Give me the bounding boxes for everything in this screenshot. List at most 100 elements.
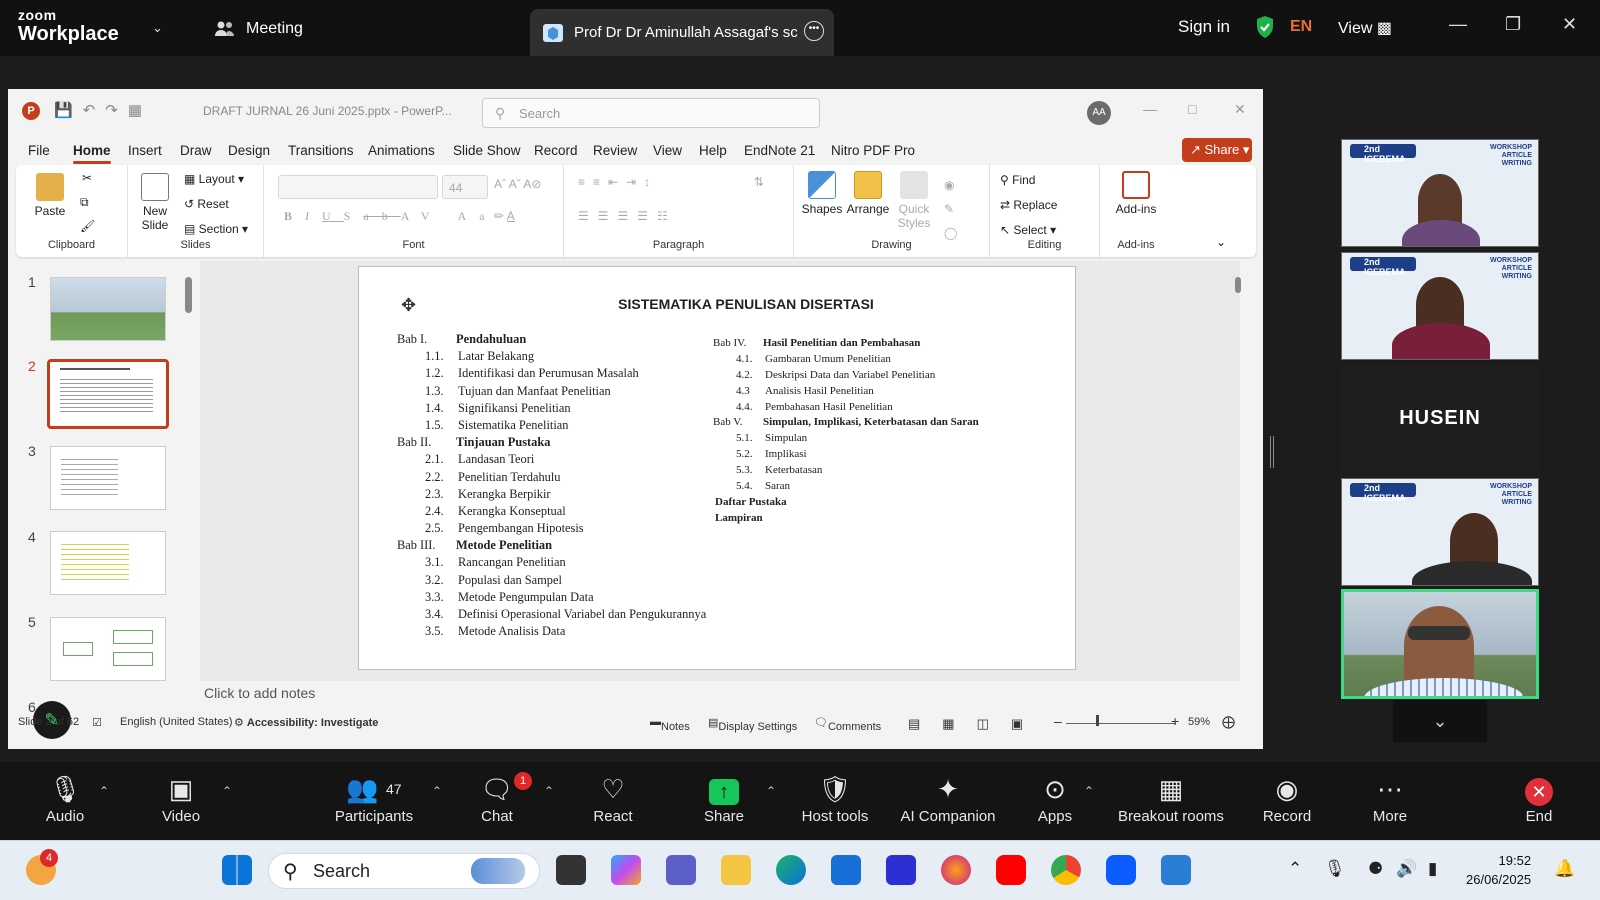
show-hidden-icons[interactable]: ⌃ [1288,859,1302,879]
react-button[interactable]: ♡ React [558,772,668,825]
host-tools-button[interactable]: 🛡 Host tools [780,772,890,825]
photos-icon[interactable] [1161,855,1191,885]
zoom-percent[interactable]: 59% [1188,716,1210,728]
tab-design[interactable]: Design [228,143,270,158]
active-speaker-tile[interactable] [1341,589,1539,699]
find-button[interactable]: ⚲ Find [1000,173,1035,187]
slide-scrollbar[interactable] [1232,261,1244,681]
tab-endnote[interactable]: EndNote 21 [744,143,815,158]
tab-review[interactable]: Review [593,143,637,158]
sign-in-link[interactable]: Sign in [1178,17,1230,37]
more-button[interactable]: ⋯ More [1335,772,1445,825]
encryption-shield-icon[interactable] [1255,15,1275,39]
teams-icon[interactable] [666,855,696,885]
tab-view[interactable]: View [653,143,682,158]
reset-button[interactable]: ↺ Reset [184,197,229,211]
notes-placeholder[interactable]: Click to add notes [204,685,315,701]
minimize-icon[interactable]: — [1449,14,1467,35]
math-app-icon[interactable] [886,855,916,885]
zoom-slider-thumb[interactable] [1096,715,1099,726]
format-painter-icon[interactable]: 🖌 [80,219,95,233]
copy-icon[interactable]: ⧉ [80,195,89,210]
system-clock[interactable]: 19:52 26/06/2025 [1466,851,1531,889]
ppt-search-box[interactable]: ⚲ Search [482,98,820,128]
tab-transitions[interactable]: Transitions [288,143,354,158]
notes-toggle[interactable]: ▬ Notes [650,716,690,733]
arrange-button[interactable]: Arrange [846,171,890,216]
file-explorer-icon[interactable] [721,855,751,885]
tab-slide-show[interactable]: Slide Show [453,143,521,158]
store-icon[interactable] [831,855,861,885]
tab-file[interactable]: File [28,143,50,158]
comments-button[interactable]: 🗨 Comments [814,716,881,733]
restore-icon[interactable]: ❐ [1505,14,1521,35]
end-meeting-button[interactable]: ✕ End [1484,772,1594,825]
select-button[interactable]: ↖ Select ▾ [1000,223,1056,237]
chrome-icon[interactable] [1051,855,1081,885]
thumbnails-scrollbar[interactable] [184,263,194,703]
zoom-workplace-logo[interactable]: zoom Workplace [18,8,119,44]
tab-nitro[interactable]: Nitro PDF Pro [831,143,915,158]
chat-options-caret[interactable]: ⌃ [544,784,554,798]
ai-companion-button[interactable]: ✦ AI Companion [888,772,1008,825]
section-button[interactable]: ▤ Section ▾ [184,222,248,236]
user-avatar[interactable]: AA [1087,101,1111,125]
video-tile-1[interactable]: 2nd ICEBEMA WORKSHOP ARTICLE WRITING [1341,139,1539,247]
ppt-restore-icon[interactable]: □ [1188,101,1196,117]
ribbon-collapse-icon[interactable]: ⌄ [1216,235,1226,249]
slide-thumbnail-4[interactable] [50,531,166,595]
grow-font-icon[interactable]: Aˆ Aˇ A⊘ [494,177,541,191]
align-buttons[interactable]: ☰☰☰☰☷ [578,209,677,223]
video-tile-2[interactable]: 2nd ICEBEMA WORKSHOP ARTICLE WRITING [1341,252,1539,360]
spell-check-icon[interactable]: ☑ [92,716,102,729]
thumbnails-scroll-thumb[interactable] [185,277,192,313]
addins-button[interactable]: Add-ins [1106,171,1166,216]
edge-icon[interactable] [776,855,806,885]
text-direction-icon[interactable]: ⇅ [754,175,764,189]
notifications-icon[interactable]: 🔔 [1554,859,1575,879]
tab-draw[interactable]: Draw [180,143,212,158]
participants-options-caret[interactable]: ⌃ [432,784,442,798]
ppt-close-icon[interactable]: ✕ [1234,101,1246,118]
ppt-share-button[interactable]: ↗ Share ▾ [1182,138,1252,162]
view-button[interactable]: View ▩ [1338,18,1392,38]
paste-button[interactable]: Paste [30,173,70,218]
video-options-caret[interactable]: ⌃ [222,784,232,798]
tab-help[interactable]: Help [699,143,727,158]
firefox-icon[interactable] [941,855,971,885]
participants-button[interactable]: 👥 47 Participants [312,772,436,825]
accessibility-status[interactable]: ⚙ Accessibility: Investigate [234,716,378,729]
volume-icon[interactable]: 🔊 [1396,859,1417,879]
audio-options-caret[interactable]: ⌃ [99,784,109,798]
font-format-buttons[interactable]: BIUSabAV Aa [284,209,498,224]
slide-thumbnail-2[interactable] [47,359,169,429]
apps-options-caret[interactable]: ⌃ [1084,784,1094,798]
slide-thumbnail-1[interactable] [50,277,166,341]
view-mode-buttons[interactable]: ▤▦◫▣ [908,716,1045,732]
video-tile-3[interactable]: 2nd ICEBEMA WORKSHOP ARTICLE WRITING [1341,478,1539,586]
screen-share-tab[interactable]: Prof Dr Dr Aminullah Assagaf's sc ••• [530,9,834,56]
microphone-tray-icon[interactable]: 🎙 [1324,859,1346,879]
taskbar-search[interactable]: ⚲ Search [268,853,540,889]
tab-record[interactable]: Record [534,143,578,158]
breakout-rooms-button[interactable]: ▦ Breakout rooms [1106,772,1236,825]
zoom-slider[interactable] [1066,723,1176,724]
slide-scroll-thumb[interactable] [1235,277,1241,293]
share-button[interactable]: ↑ Share [668,772,780,825]
quick-styles-button[interactable]: Quick Styles [892,171,936,230]
share-options-caret[interactable]: ⌃ [766,784,776,798]
font-family-select[interactable] [278,175,438,199]
youtube-icon[interactable] [996,855,1026,885]
copilot-icon[interactable] [611,855,641,885]
replace-button[interactable]: ⇄ Replace [1000,198,1057,212]
video-button[interactable]: ▣ Video [126,772,236,825]
tab-home[interactable]: Home [73,143,111,164]
task-view-icon[interactable] [556,855,586,885]
zoom-in-icon[interactable]: + [1171,713,1179,729]
ppt-minimize-icon[interactable]: — [1143,101,1157,117]
slide-thumbnail-3[interactable] [50,446,166,510]
list-buttons[interactable]: ≡≡⇤⇥↕ [578,175,658,189]
meeting-tab[interactable]: Meeting [214,20,303,38]
current-slide[interactable]: ✥ SISTEMATIKA PENULISAN DISERTASI Bab I.… [358,266,1076,670]
font-size-select[interactable]: 44 [442,175,488,199]
